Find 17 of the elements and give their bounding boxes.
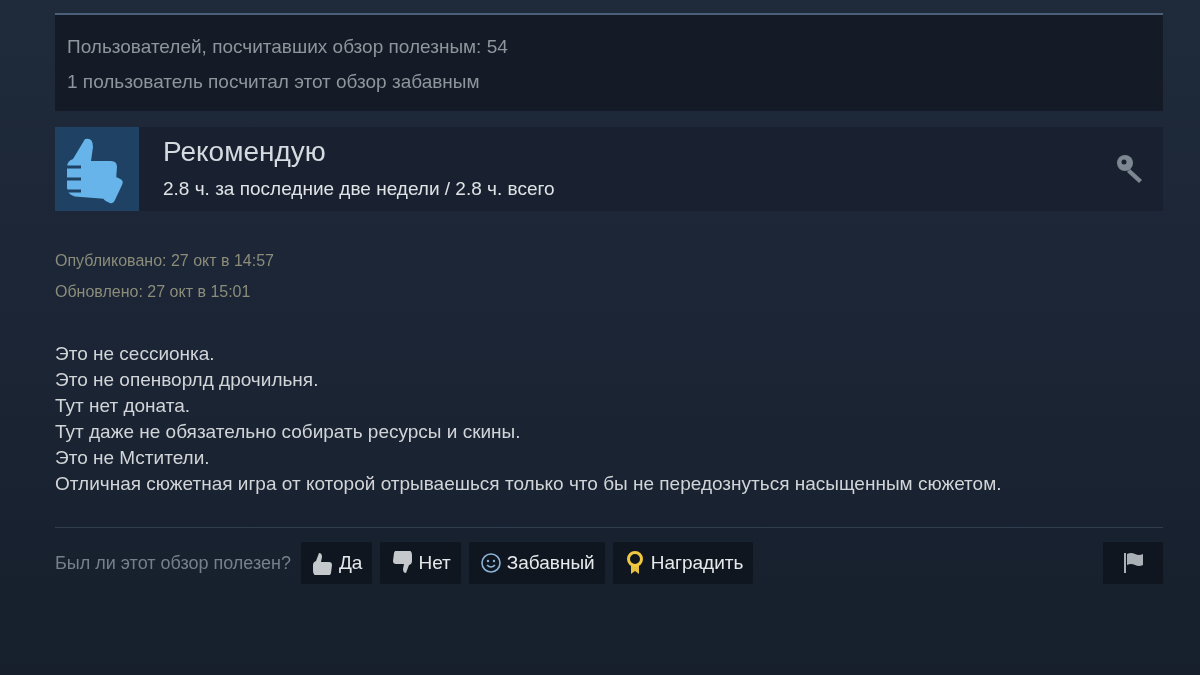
stat-text: 1 пользователь посчитал этот обзор забавным xyxy=(67,70,481,94)
date-text: Обновлено: 27 окт в 15:01 xyxy=(55,282,252,302)
date-text: Опубликовано: 27 окт в 14:57 xyxy=(55,251,275,271)
review-text: Это не сессионка. Это не опенворлд дрочильня. Тут нет доната. Тут даже не обязательно собирать ресурсы и скины. Это не Мстители. Отличная сюжетная игра от которой отрываешься только что бы не передознуться насыщенным сюжетом. xyxy=(55,342,1003,496)
vote-question: Был ли этот обзор полезен? xyxy=(55,551,291,575)
flag-icon xyxy=(1122,551,1144,575)
vote-button[interactable]: Забавный xyxy=(468,542,605,584)
vote-button[interactable]: Нет xyxy=(380,542,461,584)
thumbs-up-icon xyxy=(311,551,335,575)
playtime-text: 2.8 ч. за последние две недели / 2.8 ч. всего xyxy=(163,176,556,201)
stat-text: Пользователей, посчитавших обзор полезным: 54 xyxy=(67,35,509,59)
recommendation-title: Рекомендую xyxy=(163,134,327,169)
vote-button[interactable]: Да xyxy=(301,542,373,584)
report-button[interactable] xyxy=(1103,542,1163,584)
vote-button[interactable]: Наградить xyxy=(612,542,754,584)
thumbs-down-icon xyxy=(390,551,415,575)
smiley-icon xyxy=(478,551,503,575)
